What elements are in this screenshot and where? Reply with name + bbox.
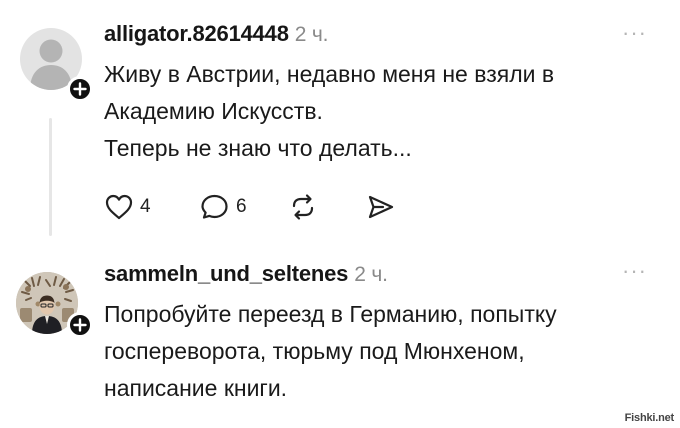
repost-button[interactable]: [288, 193, 318, 221]
share-button[interactable]: [366, 193, 396, 221]
share-icon: [368, 195, 394, 219]
reply-count: 6: [236, 196, 247, 217]
thread-line: [49, 118, 52, 236]
follow-button[interactable]: [67, 76, 93, 102]
plus-icon: [73, 318, 87, 332]
comment-icon: [201, 194, 228, 219]
comment-line: Живу в Австрии, недавно меня не взяли в: [104, 61, 555, 87]
comment-username[interactable]: sammeln_und_seltenes 2 ч.: [104, 261, 388, 287]
comment-text: Живу в Австрии, недавно меня не взяли в …: [104, 56, 554, 167]
timestamp: 2 ч.: [354, 263, 388, 286]
comment-line: госпереворота, тюрьму под Мюнхеном,: [104, 338, 525, 364]
like-count: 4: [140, 196, 151, 217]
timestamp: 2 ч.: [294, 23, 329, 46]
more-options-button[interactable]: ···: [622, 258, 647, 284]
repost-icon: [292, 194, 314, 220]
watermark: Fishki.net: [624, 412, 675, 424]
comment-text: Попробуйте переезд в Германию, попытку г…: [104, 296, 557, 407]
like-button[interactable]: 4: [104, 193, 151, 221]
comment-line: Теперь не знаю что делать...: [104, 135, 412, 161]
follow-button[interactable]: [67, 312, 93, 338]
username-text[interactable]: alligator.82614448: [104, 21, 289, 46]
username-text[interactable]: sammeln_und_seltenes: [104, 261, 348, 286]
more-icon: ···: [622, 20, 647, 45]
comment-username[interactable]: alligator.82614448 2 ч.: [104, 21, 328, 47]
heart-icon: [105, 194, 133, 220]
comment-line: Попробуйте переезд в Германию, попытку: [104, 301, 557, 327]
reply-button[interactable]: 6: [200, 193, 247, 221]
comment-line: Академию Искусств.: [104, 98, 323, 124]
more-icon: ···: [622, 258, 647, 283]
plus-icon: [73, 82, 87, 96]
more-options-button[interactable]: ···: [622, 20, 647, 46]
comment-line: написание книги.: [104, 375, 288, 401]
